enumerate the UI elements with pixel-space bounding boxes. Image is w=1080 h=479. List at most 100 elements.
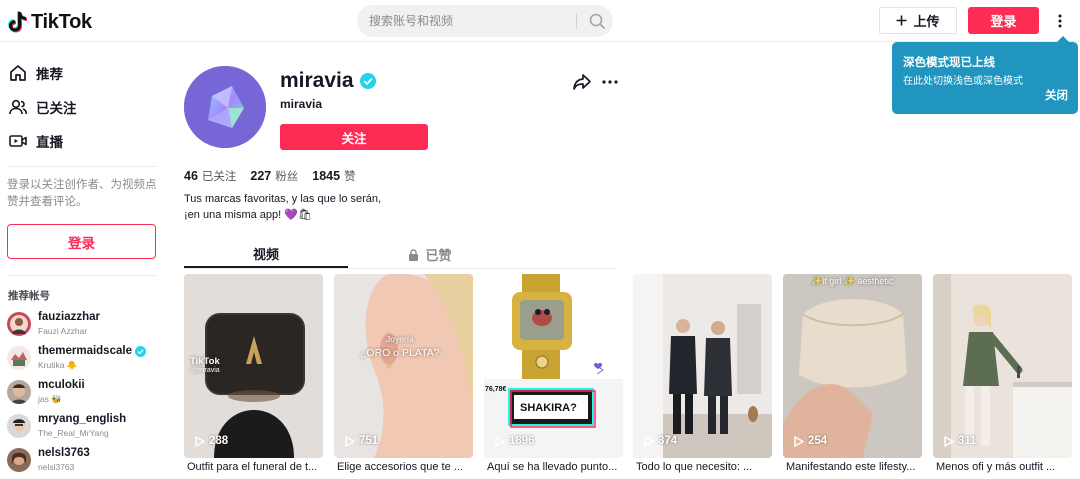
search-icon [589, 13, 605, 29]
tooltip-close-button[interactable]: 关闭 [1045, 87, 1068, 103]
verified-badge-icon [134, 345, 146, 357]
upload-label: 上传 [913, 14, 940, 29]
video-card[interactable]: ✨it girl ✨ aesthetic 254 [783, 274, 922, 458]
bio-line: ¡en una misma app! 💜🛍 [184, 209, 312, 221]
suggested-account[interactable]: themermaidscale Krutika 🐥 [7, 344, 162, 374]
lock-icon [409, 248, 419, 261]
view-count: 311 [944, 435, 977, 447]
stat-followers[interactable]: 227 粉丝 [250, 168, 298, 184]
stat-value: 1845 [312, 169, 341, 183]
account-username: mryang_english [38, 413, 127, 425]
stat-likes: 1845 赞 [312, 168, 355, 184]
video-card[interactable]: 374 [633, 274, 772, 458]
stat-label: 赞 [344, 171, 356, 183]
avatar [7, 380, 31, 404]
suggested-account[interactable]: fauziazzhar Fauzi Azzhar [7, 310, 162, 340]
video-caption[interactable]: Outfit para el funeral de t... [187, 461, 326, 473]
tiktok-logo[interactable]: TikTok [8, 9, 92, 35]
sidebar: 推荐 已关注 直播 登录以关注创作者、为视频点赞并查看评论。 登录 推荐帐号 f… [0, 43, 165, 479]
video-overlay-text: 76,78€ [485, 386, 507, 393]
tab-videos[interactable]: 视频 [184, 241, 348, 268]
video-overlay-text: Joyería [386, 334, 414, 344]
suggested-account[interactable]: mculokii jas 🐝 [7, 378, 162, 408]
view-count: 374 [644, 435, 677, 447]
account-username: fauziazzhar [38, 311, 100, 323]
account-username: mculokii [38, 379, 85, 391]
follow-button[interactable]: 关注 [280, 124, 428, 150]
video-thumbnail [933, 274, 1072, 458]
play-icon [644, 435, 654, 447]
login-button[interactable]: 登录 [968, 7, 1039, 34]
video-overlay-text: @miravia [190, 367, 220, 374]
vertical-ellipsis-icon [1058, 14, 1062, 28]
video-card[interactable]: SHAKIRA? 76,78€ 1896 [484, 274, 623, 458]
profile-username: miravia [280, 69, 376, 93]
stat-following[interactable]: 46 已关注 [184, 168, 236, 184]
more-menu-button[interactable] [1052, 9, 1068, 33]
video-caption[interactable]: Elige accesorios que te ... [337, 461, 476, 473]
sidebar-item-live[interactable]: 直播 [8, 130, 63, 152]
plus-icon [896, 15, 907, 26]
play-icon [794, 435, 804, 447]
search-bar [357, 5, 613, 37]
bio-line: Tus marcas favoritas, y las que lo serán… [184, 193, 382, 205]
video-caption[interactable]: Todo lo que necesito: ... [636, 461, 775, 473]
sidebar-item-foryou[interactable]: 推荐 [8, 62, 63, 84]
tooltip-body: 在此处切换浅色或深色模式 [903, 76, 1023, 87]
video-overlay-text: ✨it girl ✨ aesthetic [811, 276, 894, 286]
stat-label: 粉丝 [275, 171, 299, 183]
video-caption[interactable]: Menos ofi y más outfit ... [936, 461, 1075, 473]
sidebar-item-following[interactable]: 已关注 [8, 96, 77, 118]
search-input[interactable] [369, 5, 569, 37]
play-icon [495, 435, 505, 447]
view-count: 288 [195, 435, 228, 447]
tabs-divider [184, 268, 616, 269]
account-display-name: jas 🐝 [38, 394, 62, 404]
upload-button[interactable]: 上传 [879, 7, 957, 34]
suggested-account[interactable]: mryang_english The_Real_MrYang [7, 412, 162, 442]
video-overlay-text: TikTok [190, 356, 220, 367]
profile-bio: Tus marcas favoritas, y las que lo serán… [184, 191, 414, 223]
profile-display-name: miravia [280, 97, 323, 111]
account-username: nelsl3763 [38, 447, 90, 459]
stat-value: 46 [184, 169, 198, 183]
login-hint: 登录以关注创作者、为视频点赞并查看评论。 [7, 179, 157, 208]
sidebar-item-label: 推荐 [36, 67, 63, 82]
video-card[interactable]: TikTok @miravia 288 [184, 274, 323, 458]
share-button[interactable] [572, 73, 592, 91]
video-caption[interactable]: Manifestando este lifesty... [786, 461, 925, 473]
view-count: 254 [794, 435, 827, 447]
view-count: 1896 [495, 435, 535, 447]
account-username: themermaidscale [38, 345, 146, 357]
verified-badge-icon [359, 73, 376, 89]
horizontal-ellipsis-icon [602, 80, 618, 84]
profile-stats: 46 已关注 227 粉丝 1845 赞 [184, 168, 356, 184]
suggested-account[interactable]: nelsl3763 nelsl3763 [7, 446, 162, 476]
view-count: 751 [345, 435, 378, 447]
video-thumbnail [334, 274, 473, 458]
video-card[interactable]: 311 [933, 274, 1072, 458]
tab-liked[interactable]: 已赞 [348, 241, 512, 268]
tooltip-title: 深色模式现已上线 [903, 57, 995, 69]
account-display-name: nelsl3763 [38, 462, 75, 472]
search-button[interactable] [580, 5, 613, 37]
video-overlay-text: ¿ORO o PLATA? [360, 347, 440, 359]
sidebar-item-label: 已关注 [36, 101, 77, 116]
account-display-name: Fauzi Azzhar [38, 326, 88, 336]
dark-mode-tooltip: 深色模式现已上线 在此处切换浅色或深色模式 关闭 [892, 36, 1078, 114]
video-thumbnail [633, 274, 772, 458]
sidebar-divider [8, 275, 156, 276]
video-caption[interactable]: Aquí se ha llevado punto... [487, 461, 626, 473]
tab-label: 已赞 [425, 248, 452, 263]
video-overlay-text: SHAKIRA? [520, 402, 577, 414]
video-thumbnail [484, 274, 623, 458]
tab-label: 视频 [252, 247, 279, 262]
avatar [7, 448, 31, 472]
sidebar-login-button[interactable]: 登录 [7, 224, 156, 259]
video-card[interactable]: Joyería ¿ORO o PLATA? 751 [334, 274, 473, 458]
account-display-name: Krutika 🐥 [38, 360, 78, 370]
stat-label: 已关注 [201, 171, 237, 183]
suggested-accounts-heading: 推荐帐号 [8, 290, 50, 302]
profile-more-button[interactable] [601, 73, 619, 91]
avatar [7, 312, 31, 336]
